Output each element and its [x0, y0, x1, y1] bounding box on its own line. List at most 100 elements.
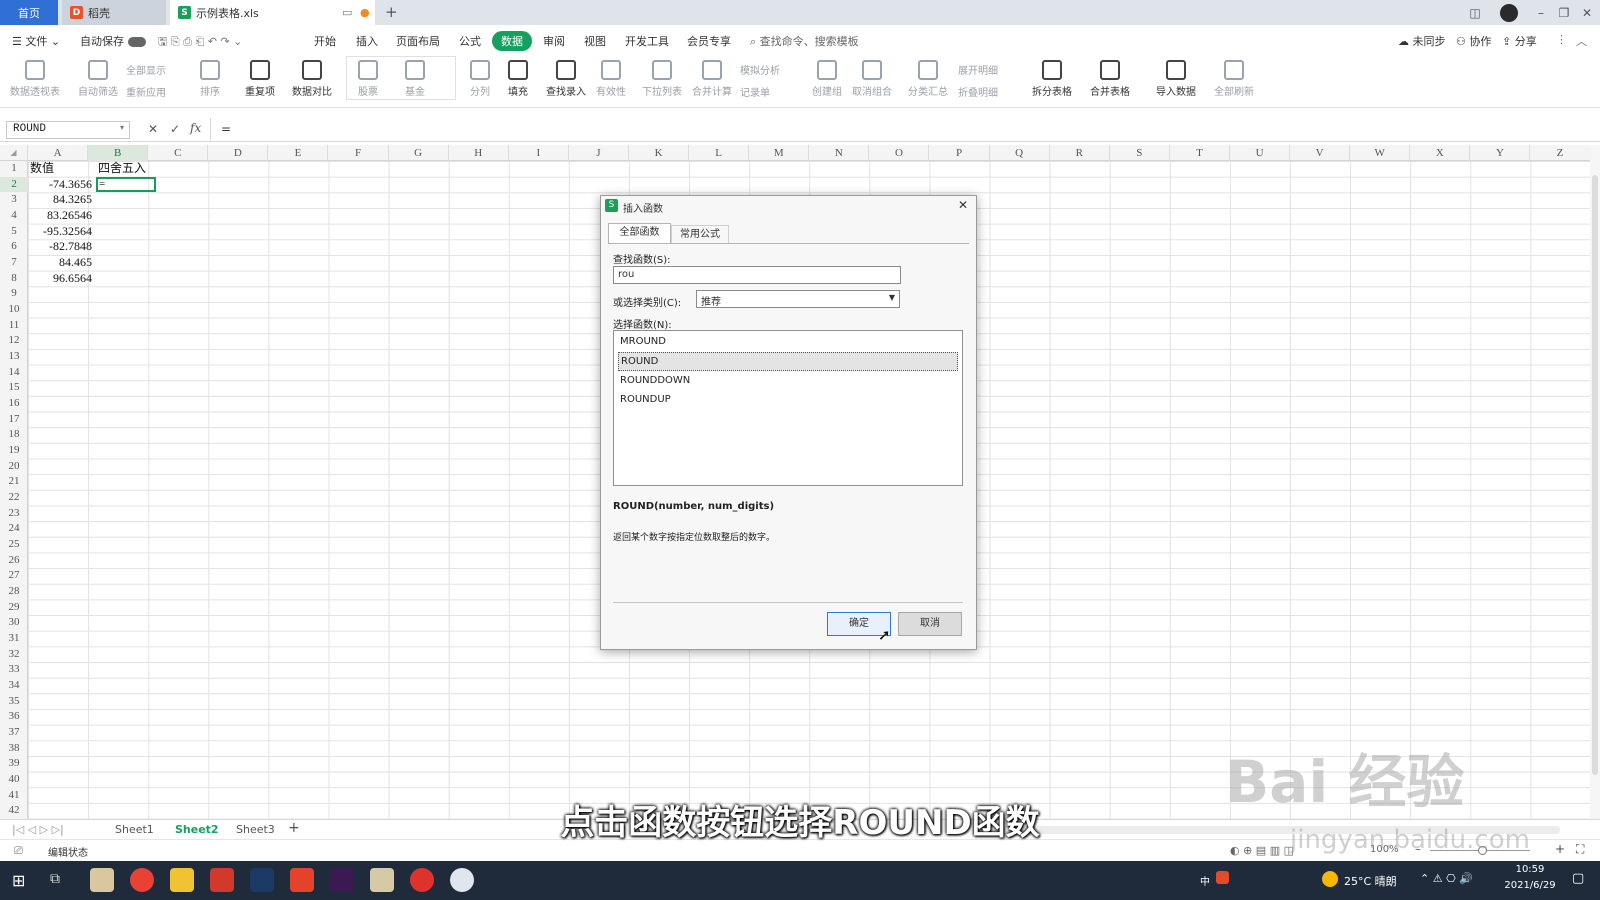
what-if-button[interactable]: 模拟分析	[740, 62, 780, 77]
row-header-29[interactable]: 29	[0, 600, 28, 616]
search-function-input[interactable]: rou	[613, 266, 901, 284]
scroll-thumb[interactable]	[1592, 175, 1598, 775]
show-all-button[interactable]: 全部显示	[126, 62, 166, 77]
premiere-icon[interactable]	[330, 868, 354, 892]
ime-indicator[interactable]: 中	[1200, 873, 1210, 888]
cancel-formula-icon[interactable]: ✕	[148, 122, 158, 136]
lookup-entry-button[interactable]: 查找录入	[546, 60, 586, 98]
expand-detail-button[interactable]: 展开明细	[958, 62, 998, 77]
column-header-e[interactable]: E	[268, 145, 329, 161]
row-header-6[interactable]: 6	[0, 239, 28, 255]
app-icon-2[interactable]	[370, 868, 394, 892]
split-table-button[interactable]: 拆分表格	[1032, 60, 1072, 98]
column-header-f[interactable]: F	[329, 145, 389, 161]
row-header-27[interactable]: 27	[0, 568, 28, 584]
zoom-in-icon[interactable]: +	[1555, 842, 1565, 856]
row-header-3[interactable]: 3	[0, 192, 28, 208]
row-header-20[interactable]: 20	[0, 459, 28, 475]
row-header-35[interactable]: 35	[0, 694, 28, 710]
menu-item-dev-tools[interactable]: 开发工具	[625, 33, 669, 49]
name-box[interactable]: ROUND	[6, 121, 130, 139]
collaborate-button[interactable]: ⚇ 协作	[1456, 33, 1491, 49]
ungroup-button[interactable]: 取消组合	[852, 60, 892, 98]
quick-access-icons[interactable]: 🖫 ⎘ ⎙ ⎗ ↶ ↷ ⌄	[158, 33, 242, 52]
column-header-c[interactable]: C	[148, 145, 209, 161]
column-header-b[interactable]: B	[88, 145, 149, 161]
row-header-2[interactable]: 2	[0, 176, 28, 193]
tab-file[interactable]: S 示例表格.xls ▭ ●	[170, 0, 375, 25]
row-header-19[interactable]: 19	[0, 443, 28, 459]
split-column-button[interactable]: 分列	[470, 60, 490, 98]
row-header-13[interactable]: 13	[0, 349, 28, 365]
row-header-33[interactable]: 33	[0, 662, 28, 678]
cell-A7[interactable]: 84.465	[28, 255, 95, 271]
column-header-o[interactable]: O	[869, 145, 930, 161]
autosave-toggle[interactable]: 自动保存	[80, 33, 146, 49]
function-item-rounddown[interactable]: ROUNDDOWN	[618, 371, 958, 390]
column-header-x[interactable]: X	[1410, 145, 1471, 161]
duplicates-button[interactable]: 重复项	[245, 60, 275, 98]
cell-A5[interactable]: -95.32564	[28, 224, 95, 240]
column-header-n[interactable]: N	[809, 145, 870, 161]
task-view-icon[interactable]: ⧉	[50, 871, 60, 887]
function-item-mround[interactable]: MROUND	[618, 332, 958, 351]
row-header-17[interactable]: 17	[0, 412, 28, 428]
row-header-22[interactable]: 22	[0, 490, 28, 506]
dropdown-list-button[interactable]: 下拉列表	[642, 60, 682, 98]
cancel-button[interactable]: 取消	[898, 612, 962, 636]
new-tab-button[interactable]: +	[385, 3, 398, 21]
pivot-table-button[interactable]: 数据透视表	[10, 60, 60, 98]
import-data-button[interactable]: 导入数据	[1156, 60, 1196, 98]
auto-filter-button[interactable]: 自动筛选	[78, 60, 118, 98]
row-header-24[interactable]: 24	[0, 521, 28, 537]
row-header-1[interactable]: 1	[0, 161, 28, 177]
avatar[interactable]	[1500, 4, 1518, 22]
row-header-36[interactable]: 36	[0, 709, 28, 725]
row-header-9[interactable]: 9	[0, 286, 28, 302]
row-header-14[interactable]: 14	[0, 365, 28, 381]
column-header-w[interactable]: W	[1350, 145, 1411, 161]
collapse-detail-button[interactable]: 折叠明细	[958, 84, 998, 99]
file-explorer-icon[interactable]	[170, 868, 194, 892]
layout-icon[interactable]: ◫	[1466, 4, 1484, 22]
tab-docer[interactable]: D 稻壳	[62, 0, 166, 25]
app-icon-1[interactable]	[90, 868, 114, 892]
row-header-21[interactable]: 21	[0, 474, 28, 490]
sogou-ime-icon[interactable]	[1216, 871, 1229, 884]
row-header-26[interactable]: 26	[0, 553, 28, 569]
row-header-11[interactable]: 11	[0, 318, 28, 334]
cell-B1[interactable]: 四舍五入	[98, 161, 160, 177]
row-header-10[interactable]: 10	[0, 302, 28, 318]
row-header-4[interactable]: 4	[0, 208, 28, 224]
close-window-icon[interactable]: ✕	[1578, 4, 1596, 22]
wps-spreadsheet-icon[interactable]	[290, 868, 314, 892]
function-item-round[interactable]: ROUND	[618, 352, 958, 371]
function-item-roundup[interactable]: ROUNDUP	[618, 390, 958, 409]
validity-button[interactable]: 有效性	[596, 60, 626, 98]
minimize-icon[interactable]: –	[1532, 4, 1550, 22]
row-header-38[interactable]: 38	[0, 741, 28, 757]
column-header-r[interactable]: R	[1050, 145, 1110, 161]
confirm-formula-icon[interactable]: ✓	[170, 122, 180, 136]
view-mode-icons[interactable]: ◐ ⊕ ▤ ▥ ◫	[1230, 844, 1294, 857]
clock-time[interactable]: 10:59	[1500, 864, 1560, 875]
menu-item-start[interactable]: 开始	[314, 33, 336, 49]
row-header-12[interactable]: 12	[0, 333, 28, 349]
row-header-30[interactable]: 30	[0, 615, 28, 631]
restore-icon[interactable]: ❐	[1555, 4, 1573, 22]
stock-button[interactable]: 股票	[358, 60, 378, 98]
column-header-y[interactable]: Y	[1470, 145, 1531, 161]
file-menu[interactable]: ☰ 文件 ⌄	[12, 33, 60, 49]
fund-button[interactable]: 基金	[405, 60, 425, 98]
row-header-34[interactable]: 34	[0, 678, 28, 694]
column-header-k[interactable]: K	[629, 145, 690, 161]
cell-A6[interactable]: -82.7848	[28, 239, 95, 255]
monitor-icon[interactable]: ▭	[342, 6, 352, 19]
sort-button[interactable]: 排序	[200, 60, 220, 98]
column-header-s[interactable]: S	[1110, 145, 1170, 161]
column-header-v[interactable]: V	[1290, 145, 1351, 161]
row-header-16[interactable]: 16	[0, 396, 28, 412]
cell-A3[interactable]: 84.3265	[28, 192, 95, 208]
formula-input[interactable]: =	[210, 118, 1600, 142]
more-icon[interactable]: ⋮	[1556, 33, 1567, 46]
